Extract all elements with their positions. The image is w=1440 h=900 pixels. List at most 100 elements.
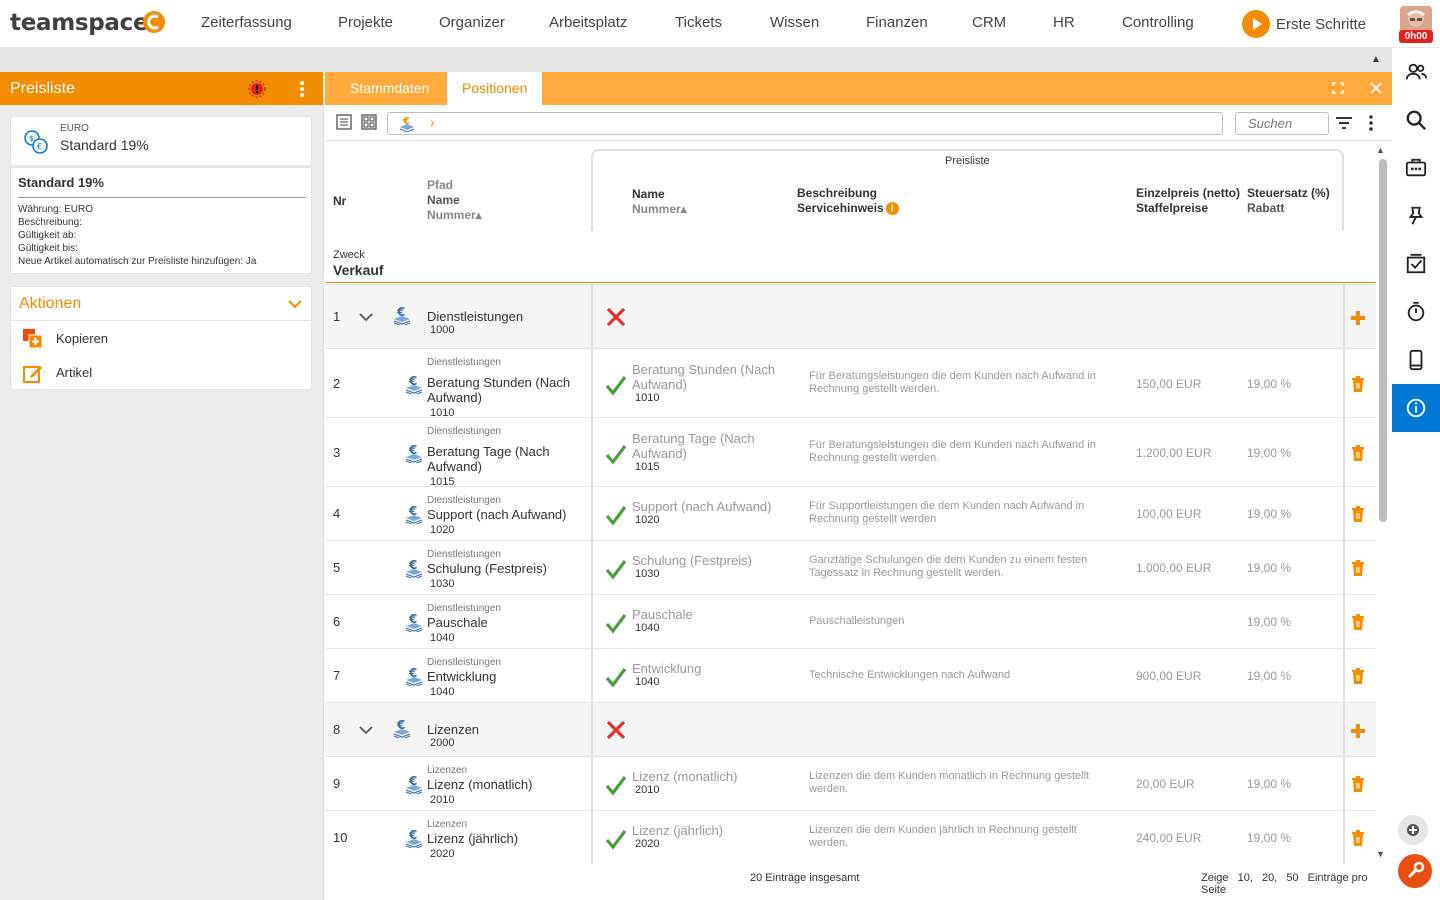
detail-gueltig-bis: Gültigkeit bis:	[18, 243, 79, 254]
trash-icon[interactable]	[1350, 505, 1366, 523]
check-icon[interactable]	[605, 443, 627, 465]
scroll-up-icon[interactable]: ▲	[1376, 145, 1385, 155]
tasks-button[interactable]	[1392, 240, 1440, 288]
breadcrumb-path[interactable]: € ›	[387, 112, 1223, 135]
table-row[interactable]: 3 € Dienstleistungen Beratung Tage (Nach Au…	[325, 417, 1376, 488]
header-staffelpreise[interactable]: Staffelpreise	[1136, 201, 1208, 215]
expand-chevron-icon[interactable]	[359, 725, 373, 735]
header-nummer[interactable]: Nummer▴	[427, 208, 482, 222]
more-vertical-icon[interactable]	[296, 80, 308, 98]
global-search-button[interactable]	[1392, 96, 1440, 144]
contacts-button[interactable]	[1392, 48, 1440, 96]
search-input[interactable]: Suchen	[1235, 112, 1329, 135]
header-steuersatz[interactable]: Steuersatz (%)	[1247, 186, 1330, 200]
inbox-button[interactable]	[1392, 144, 1440, 192]
nav-wissen[interactable]: Wissen	[770, 14, 819, 31]
add-widget-button[interactable]	[1398, 815, 1428, 845]
table-group-row[interactable]: 8 € Lizenzen 2000	[325, 702, 1376, 756]
more-vertical-icon[interactable]	[1367, 114, 1375, 132]
nav-arbeitsplatz[interactable]: Arbeitsplatz	[549, 14, 627, 31]
timer-button[interactable]	[1392, 288, 1440, 336]
trash-icon[interactable]	[1350, 559, 1366, 577]
nav-crm[interactable]: CRM	[972, 14, 1006, 31]
close-icon[interactable]	[1369, 81, 1383, 95]
mobile-button[interactable]	[1392, 336, 1440, 384]
cross-icon[interactable]	[605, 306, 627, 328]
action-artikel[interactable]: Artikel	[11, 356, 311, 390]
check-icon[interactable]	[605, 774, 627, 796]
header-pl-name[interactable]: Name	[632, 187, 665, 201]
trash-icon[interactable]	[1350, 829, 1366, 847]
expand-chevron-icon[interactable]	[359, 312, 373, 322]
table-row[interactable]: 6 € Dienstleistungen Pauschale 1040 Pauschale…	[325, 594, 1376, 648]
task-check-icon	[1406, 253, 1426, 274]
nav-tickets[interactable]: Tickets	[675, 14, 722, 31]
row-nr: 3	[333, 444, 341, 460]
page-size-50[interactable]: 50	[1286, 872, 1298, 884]
pricelist-item-tax: 19,00 %	[1247, 831, 1292, 845]
trash-icon[interactable]	[1350, 444, 1366, 462]
collapse-up-icon[interactable]: ▲	[1371, 54, 1381, 65]
info-button[interactable]	[1392, 384, 1440, 432]
trash-icon[interactable]	[1350, 375, 1366, 393]
header-servicehinweis[interactable]: Servicehinweis i	[797, 201, 899, 216]
nav-controlling[interactable]: Controlling	[1122, 14, 1194, 31]
header-name[interactable]: Name	[427, 193, 460, 207]
cross-icon[interactable]	[605, 719, 627, 741]
check-icon[interactable]	[605, 612, 627, 634]
check-icon[interactable]	[605, 504, 627, 526]
table-row[interactable]: 5 € Dienstleistungen Schulung (Festpreis) 10…	[325, 540, 1376, 594]
check-icon[interactable]	[605, 666, 627, 688]
page-size-20[interactable]: 20,	[1262, 872, 1277, 884]
header-pl-nummer[interactable]: Nummer▴	[632, 202, 687, 216]
nav-organizer[interactable]: Organizer	[439, 14, 505, 31]
fullscreen-icon[interactable]	[1332, 82, 1344, 94]
tab-positionen[interactable]: Positionen	[447, 72, 543, 105]
info-icon[interactable]: i	[885, 202, 899, 216]
nav-hr[interactable]: HR	[1053, 14, 1075, 31]
plus-icon[interactable]	[1350, 309, 1366, 327]
pin-button[interactable]	[1392, 192, 1440, 240]
table-group-row[interactable]: 1 € Dienstleistungen 1000	[325, 284, 1376, 348]
pricelist-summary-card[interactable]: $ € EURO Standard 19%	[10, 116, 312, 166]
filter-icon[interactable]	[1335, 116, 1353, 130]
header-pfad[interactable]: Pfad	[427, 178, 453, 192]
action-kopieren[interactable]: Kopieren	[11, 322, 311, 356]
plus-icon[interactable]	[1350, 722, 1366, 740]
nav-finanzen[interactable]: Finanzen	[866, 14, 928, 31]
timer-badge[interactable]: 0h00	[1399, 30, 1433, 43]
debug-bug-icon[interactable]	[248, 80, 266, 98]
check-icon[interactable]	[605, 558, 627, 580]
trash-icon[interactable]	[1350, 667, 1366, 685]
row-number: 1020	[430, 524, 455, 536]
teamspace-logo[interactable]: teamspace	[10, 10, 149, 36]
euro-article-icon: €	[405, 828, 423, 850]
column-divider	[1343, 703, 1345, 756]
settings-button[interactable]	[1398, 854, 1432, 888]
actions-header[interactable]: Aktionen	[11, 287, 311, 321]
nav-zeiterfassung[interactable]: Zeiterfassung	[201, 14, 292, 31]
table-row[interactable]: 10 € Lizenzen Lizenz (jährlich) 2020 Lizenz (…	[325, 810, 1376, 864]
check-icon[interactable]	[605, 374, 627, 396]
row-nr: 8	[333, 722, 341, 737]
erste-schritte-button[interactable]: Erste Schritte	[1242, 10, 1366, 38]
header-beschreibung[interactable]: Beschreibung	[797, 186, 877, 200]
check-icon[interactable]	[605, 828, 627, 850]
table-row[interactable]: 7 € Dienstleistungen Entwicklung 1040 Entwick…	[325, 648, 1376, 702]
header-einzelpreis[interactable]: Einzelpreis (netto)	[1136, 186, 1240, 200]
table-row[interactable]: 4 € Dienstleistungen Support (nach Aufwand)…	[325, 486, 1376, 540]
trash-icon[interactable]	[1350, 613, 1366, 631]
table-row[interactable]: 2 € Dienstleistungen Beratung Stunden (Nach…	[325, 348, 1376, 419]
table-row[interactable]: 9 € Lizenzen Lizenz (monatlich) 2010 Lizenz (…	[325, 756, 1376, 810]
scroll-down-icon[interactable]: ▼	[1376, 849, 1385, 859]
column-divider	[591, 757, 593, 810]
page-size-10[interactable]: 10,	[1238, 872, 1253, 884]
header-nr[interactable]: Nr	[333, 194, 346, 208]
scrollbar-thumb[interactable]	[1379, 159, 1387, 522]
nav-projekte[interactable]: Projekte	[338, 14, 393, 31]
tab-stammdaten[interactable]: Stammdaten	[335, 72, 444, 105]
header-rabatt[interactable]: Rabatt	[1247, 201, 1284, 215]
grid-view-icon[interactable]	[361, 114, 377, 130]
list-view-icon[interactable]	[336, 114, 352, 130]
trash-icon[interactable]	[1350, 775, 1366, 793]
